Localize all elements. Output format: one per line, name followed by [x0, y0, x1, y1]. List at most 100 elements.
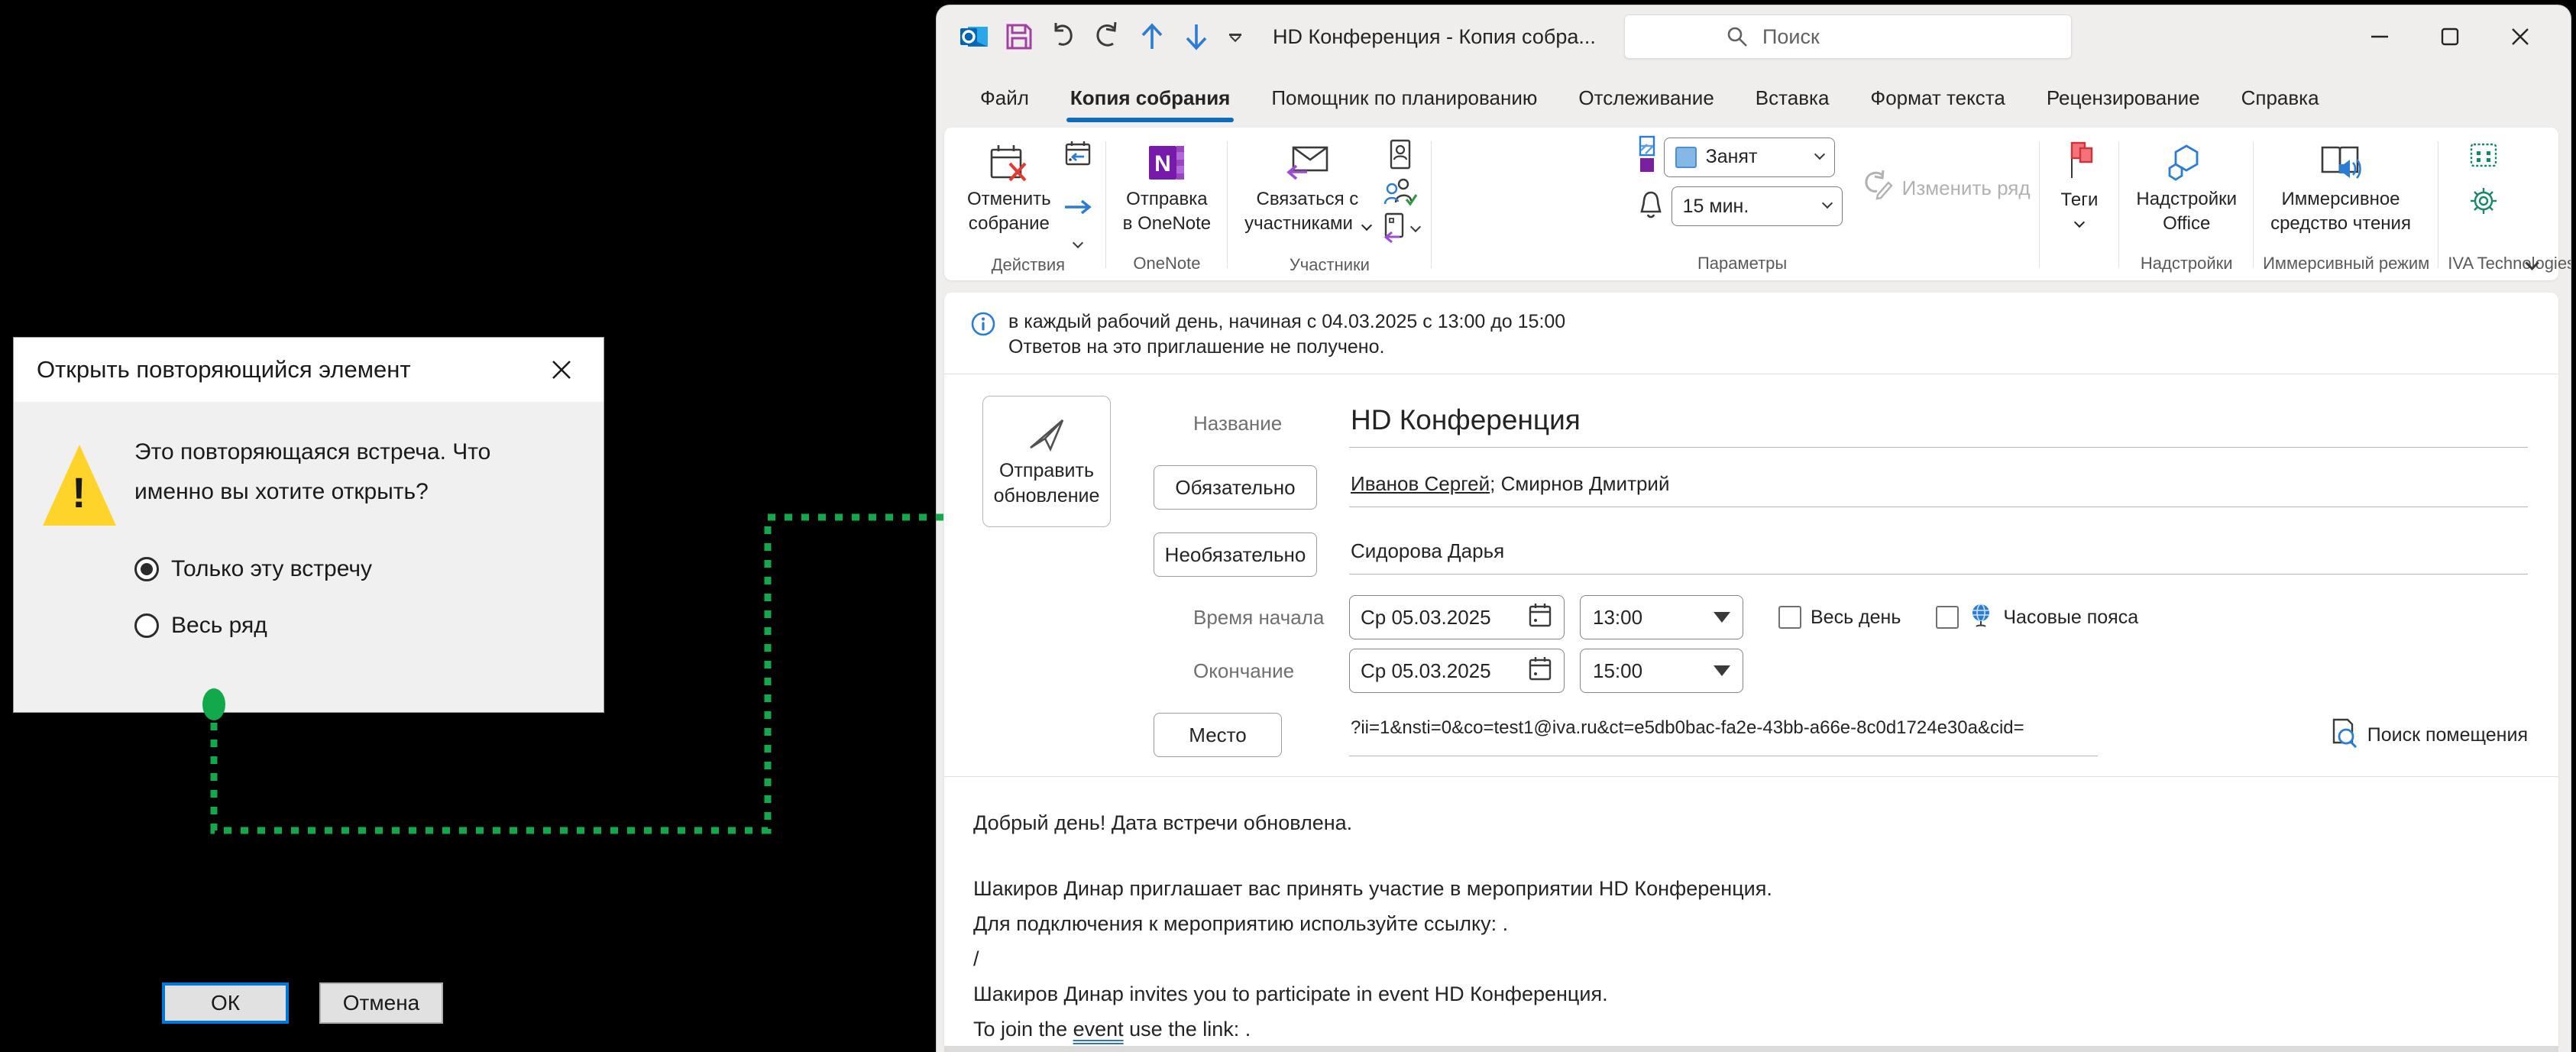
redo-icon[interactable] — [1089, 18, 1126, 55]
send-update-label2: обновление — [994, 485, 1100, 507]
flag-icon — [2063, 140, 2096, 183]
immersive-reader-button[interactable]: Иммерсивноесредство чтения — [2263, 135, 2419, 239]
end-time-dropdown[interactable]: 15:00 — [1580, 649, 1743, 693]
location-button[interactable]: Место — [1154, 713, 1282, 757]
radio-only-this-meeting[interactable]: Только эту встречу — [134, 556, 573, 582]
tab-help[interactable]: Справка — [2221, 68, 2340, 128]
room-finder-label: Поиск помещения — [2367, 724, 2528, 746]
attendees-check-icon[interactable] — [1383, 176, 1417, 211]
response-options-chevron-icon[interactable] — [1410, 221, 1421, 231]
tab-tracking[interactable]: Отслеживание — [1558, 68, 1734, 128]
send-update-button[interactable]: Отправитьобновление — [982, 396, 1111, 527]
start-time-value: 13:00 — [1593, 606, 1642, 630]
tags-chevron-icon — [2074, 217, 2085, 228]
contact-attendees-button[interactable]: Связаться сучастниками — [1237, 135, 1377, 239]
undo-icon[interactable] — [1045, 18, 1082, 55]
response-options-icon[interactable] — [1381, 212, 1406, 247]
reminder-value: 15 мин. — [1683, 196, 1749, 218]
send-icon — [1024, 414, 1069, 454]
contact-card-icon[interactable] — [1387, 138, 1413, 174]
optional-button[interactable]: Необязательно — [1154, 532, 1317, 577]
move-up-icon[interactable] — [1134, 18, 1170, 55]
end-date-value: Ср 05.03.2025 — [1361, 659, 1491, 683]
close-window-icon[interactable] — [2485, 13, 2555, 60]
start-date-picker[interactable]: Ср 05.03.2025 — [1349, 595, 1565, 639]
forward-arrow-icon[interactable] — [1062, 198, 1094, 220]
tab-format-text[interactable]: Формат текста — [1849, 68, 2025, 128]
edit-series-icon — [1859, 169, 1893, 208]
tab-insert[interactable]: Вставка — [1735, 68, 1850, 128]
dialog-title: Открыть повторяющийся элемент — [37, 356, 542, 384]
ribbon-group-onenote: N Отправка в OneNote OneNote — [1106, 135, 1228, 280]
title-input[interactable]: HD Конференция — [1349, 400, 2528, 448]
reminder-dropdown[interactable]: 15 мин. — [1671, 186, 1843, 226]
group-label-onenote: OneNote — [1115, 247, 1218, 280]
event-link[interactable]: event — [1073, 1018, 1124, 1041]
recipient-link[interactable]: Иванов Сергей — [1351, 472, 1490, 495]
customize-qat-icon[interactable] — [1224, 34, 1247, 40]
contact-attendees-icon — [1284, 138, 1330, 187]
end-time-value: 15:00 — [1593, 659, 1642, 683]
tab-file[interactable]: Файл — [960, 68, 1050, 128]
window-controls — [2345, 13, 2555, 60]
show-as-value: Занят — [1706, 146, 1758, 168]
horizontal-scrollbar[interactable] — [944, 1046, 2558, 1052]
iva-calendar-icon[interactable] — [2468, 140, 2500, 173]
body-line6-post: use the link: . — [1124, 1018, 1251, 1041]
respond-calendar-icon[interactable] — [1063, 138, 1093, 173]
required-input[interactable]: Иванов Сергей; Смирнов Дмитрий — [1349, 468, 2528, 507]
save-icon[interactable] — [1001, 18, 1037, 55]
forward-more-chevron-icon[interactable] — [1073, 238, 1083, 248]
cancel-button[interactable]: Отмена — [319, 982, 443, 1024]
cancel-meeting-button[interactable]: Отменитьсобрание — [960, 135, 1059, 239]
optional-input[interactable]: Сидорова Дарья — [1349, 535, 2528, 575]
tab-review[interactable]: Рецензирование — [2026, 68, 2221, 128]
close-icon[interactable] — [542, 351, 581, 389]
open-recurring-item-dialog: Открыть повторяющийся элемент Это повтор… — [13, 337, 604, 713]
send-to-onenote-button[interactable]: N Отправка в OneNote — [1115, 135, 1218, 239]
tags-button[interactable]: Теги — [2049, 135, 2111, 226]
search-input[interactable]: Поиск — [1624, 15, 2072, 59]
location-input[interactable]: ?ii=1&nsti=0&co=test1@iva.ru&ct=e5db0bac… — [1349, 714, 2098, 756]
radio-whole-series-label: Весь ряд — [171, 613, 267, 639]
required-button[interactable]: Обязательно — [1154, 465, 1317, 510]
message-body[interactable]: Добрый день! Дата встречи обновлена. Шак… — [970, 777, 2528, 1044]
send-onenote-label1: Отправка — [1126, 189, 1207, 209]
tags-label: Теги — [2061, 189, 2099, 211]
ribbon-tabs: Файл Копия собрания Помощник по планиров… — [937, 68, 2571, 128]
cancel-meeting-label1: Отменить — [967, 189, 1051, 209]
onenote-icon: N — [1146, 138, 1187, 187]
calendar-picker-icon[interactable] — [1527, 655, 1553, 688]
edit-series-label: Изменить ряд — [1902, 176, 2031, 200]
send-onenote-label2: в OneNote — [1123, 213, 1211, 234]
maximize-icon[interactable] — [2415, 13, 2485, 60]
radio-selected-icon[interactable] — [134, 557, 159, 581]
room-finder-button[interactable]: Поиск помещения — [2328, 717, 2528, 754]
end-date-picker[interactable]: Ср 05.03.2025 — [1349, 649, 1565, 693]
tab-scheduling-assistant[interactable]: Помощник по планированию — [1251, 68, 1558, 128]
start-time-dropdown[interactable]: 13:00 — [1580, 595, 1743, 639]
timezones-checkbox[interactable]: Часовые пояса — [1936, 601, 2138, 634]
start-time-row: Время начала Ср 05.03.2025 — [1154, 593, 2528, 642]
radio-whole-series[interactable]: Весь ряд — [134, 613, 573, 639]
calendar-picker-icon[interactable] — [1527, 601, 1553, 634]
iva-settings-icon[interactable] — [2468, 185, 2500, 221]
ok-button[interactable]: ОК — [162, 982, 289, 1024]
office-addins-button[interactable]: НадстройкиOffice — [2128, 135, 2244, 239]
move-down-icon[interactable] — [1178, 18, 1215, 55]
all-day-checkbox-icon[interactable] — [1778, 606, 1801, 629]
all-day-checkbox[interactable]: Весь день — [1778, 606, 1901, 629]
start-time-dropdown-icon — [1714, 612, 1730, 623]
office-addins-label2: Office — [2163, 213, 2210, 234]
location-row: Место ?ii=1&nsti=0&co=test1@iva.ru&ct=e5… — [1154, 701, 2528, 769]
radio-unselected-icon[interactable] — [134, 613, 159, 638]
minimize-icon[interactable] — [2345, 13, 2415, 60]
cancel-meeting-icon — [987, 138, 1031, 187]
tab-meeting-copy[interactable]: Копия собрания — [1050, 68, 1251, 128]
timezones-checkbox-icon[interactable] — [1936, 606, 1959, 629]
body-line: Шакиров Динар приглашает вас принять уча… — [973, 873, 2525, 904]
group-label-options: Параметры — [1455, 247, 2031, 280]
reminder-chevron-icon — [1822, 198, 1833, 209]
outlook-app-icon — [956, 18, 993, 55]
show-as-dropdown[interactable]: Занят — [1664, 138, 1835, 177]
